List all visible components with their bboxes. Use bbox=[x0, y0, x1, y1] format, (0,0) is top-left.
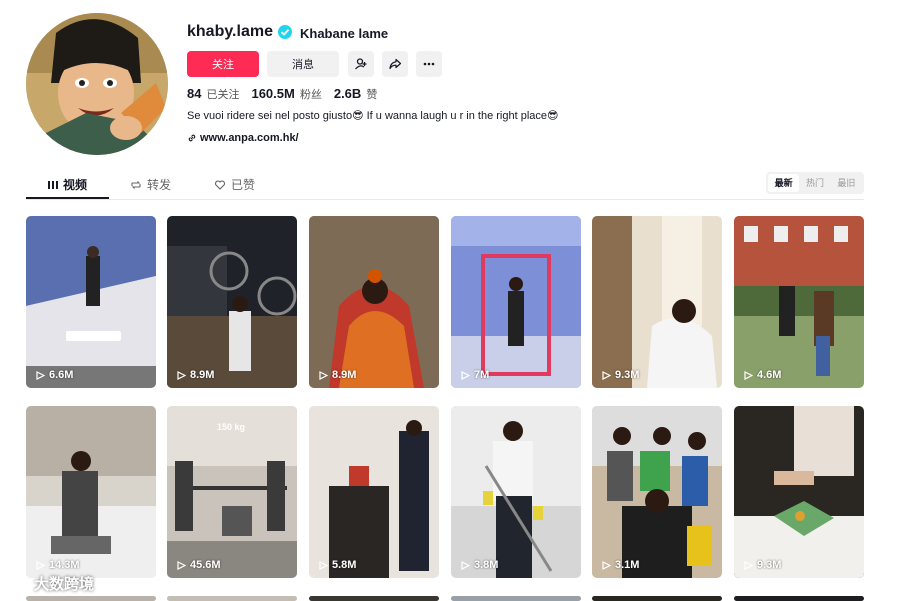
view-count: 14.3M bbox=[36, 559, 80, 571]
repost-icon bbox=[131, 180, 141, 189]
watermark: 大数跨境 bbox=[8, 573, 94, 594]
view-count: 6.6M bbox=[36, 369, 73, 381]
video-card[interactable]: 8.9M bbox=[167, 216, 297, 388]
likes-count: 2.6B 赞 bbox=[333, 86, 378, 101]
video-card[interactable]: 3.8M bbox=[451, 406, 581, 578]
share-icon bbox=[389, 58, 402, 70]
profile-stats: 84 已关注 160.5M 粉丝 2.6B 赞 bbox=[187, 86, 377, 102]
play-icon bbox=[319, 560, 328, 570]
video-card[interactable] bbox=[26, 596, 156, 601]
video-card[interactable]: 14.3M bbox=[26, 406, 156, 578]
tab-liked[interactable]: 已赞 bbox=[214, 176, 255, 193]
verified-badge-icon bbox=[278, 25, 292, 39]
sort-toggle: 最新 热门 最旧 bbox=[766, 172, 864, 194]
more-options-button[interactable] bbox=[416, 51, 442, 77]
tabs-divider bbox=[26, 199, 864, 200]
play-icon bbox=[602, 560, 611, 570]
view-count: 3.1M bbox=[602, 559, 639, 571]
view-count: 9.3M bbox=[744, 559, 781, 571]
follow-button[interactable]: 关注 bbox=[187, 51, 259, 77]
video-card[interactable] bbox=[309, 596, 439, 601]
view-count: 5.8M bbox=[319, 559, 356, 571]
play-icon bbox=[319, 370, 328, 380]
following-count[interactable]: 84 已关注 bbox=[187, 86, 239, 102]
profile-link[interactable]: www.anpa.com.hk/ bbox=[187, 132, 299, 144]
play-icon bbox=[177, 560, 186, 570]
add-friend-button[interactable] bbox=[348, 51, 374, 77]
tab-reposts[interactable]: 转发 bbox=[130, 176, 171, 193]
video-card[interactable]: 4.6M bbox=[734, 216, 864, 388]
play-icon bbox=[461, 370, 470, 380]
play-icon bbox=[602, 370, 611, 380]
video-card[interactable]: 5.8M bbox=[309, 406, 439, 578]
active-tab-indicator bbox=[26, 197, 109, 199]
share-button[interactable] bbox=[382, 51, 408, 77]
video-card[interactable]: 9.3M bbox=[592, 216, 722, 388]
profile-tabs: 视频 转发 已赞 bbox=[26, 170, 864, 200]
view-count: 9.3M bbox=[602, 369, 639, 381]
display-name: Khabane lame bbox=[300, 26, 389, 41]
view-count: 4.6M bbox=[744, 369, 781, 381]
video-card[interactable] bbox=[451, 596, 581, 601]
play-icon bbox=[461, 560, 470, 570]
message-button[interactable]: 消息 bbox=[267, 51, 339, 77]
more-icon bbox=[423, 62, 435, 66]
video-card[interactable]: 6.6M bbox=[26, 216, 156, 388]
video-card[interactable]: 9.3M bbox=[734, 406, 864, 578]
sort-oldest[interactable]: 最旧 bbox=[831, 174, 862, 192]
view-count: 7M bbox=[461, 369, 489, 381]
video-card[interactable]: 8.9M bbox=[309, 216, 439, 388]
video-card[interactable] bbox=[167, 596, 297, 601]
video-card[interactable]: 150 kg 45.6M bbox=[167, 406, 297, 578]
liked-icon bbox=[214, 179, 226, 190]
link-icon bbox=[188, 134, 196, 142]
profile-bio: Se vuoi ridere sei nel posto giusto😎 If … bbox=[187, 110, 559, 122]
followers-count[interactable]: 160.5M 粉丝 bbox=[251, 86, 321, 102]
sort-latest[interactable]: 最新 bbox=[768, 174, 800, 192]
play-icon bbox=[36, 370, 45, 380]
add-user-icon bbox=[355, 58, 367, 70]
tab-videos[interactable]: 视频 bbox=[48, 176, 87, 193]
video-card[interactable]: 7M bbox=[451, 216, 581, 388]
sort-popular[interactable]: 热门 bbox=[799, 174, 830, 192]
video-card[interactable]: 3.1M bbox=[592, 406, 722, 578]
video-card[interactable] bbox=[734, 596, 864, 601]
play-icon bbox=[36, 560, 45, 570]
grid-icon bbox=[48, 180, 58, 189]
video-card[interactable] bbox=[592, 596, 722, 601]
view-count: 45.6M bbox=[177, 559, 221, 571]
play-icon bbox=[177, 370, 186, 380]
view-count: 8.9M bbox=[319, 369, 356, 381]
username: khaby.lame bbox=[187, 23, 273, 40]
video-overlay-text: 150 kg bbox=[217, 422, 246, 432]
watermark-logo-icon bbox=[9, 579, 29, 588]
avatar[interactable] bbox=[26, 13, 168, 155]
view-count: 3.8M bbox=[461, 559, 498, 571]
play-icon bbox=[744, 560, 753, 570]
view-count: 8.9M bbox=[177, 369, 214, 381]
play-icon bbox=[744, 370, 753, 380]
